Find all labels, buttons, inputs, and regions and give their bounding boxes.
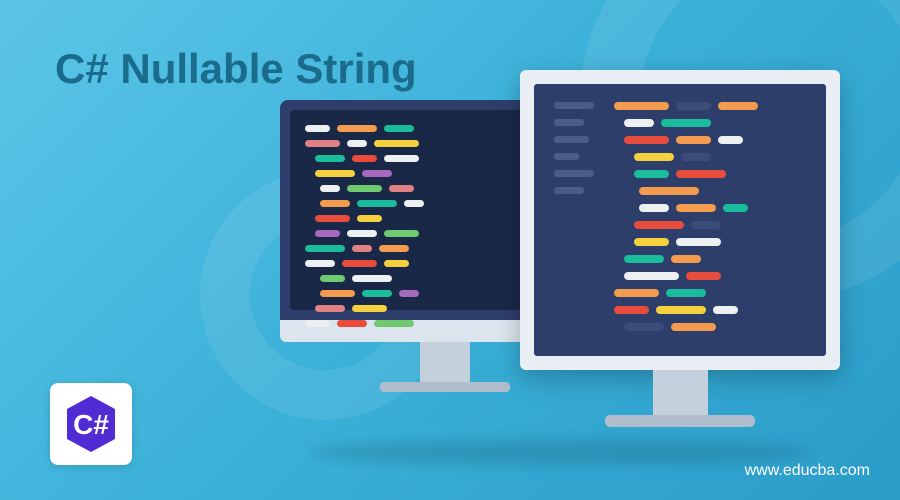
website-url: www.educba.com: [745, 462, 870, 480]
front-sidebar: [554, 102, 599, 338]
back-monitor-stand: [420, 342, 470, 382]
back-monitor-foot: [380, 382, 510, 392]
monitors-illustration: [280, 70, 840, 450]
front-monitor-stand: [653, 370, 708, 415]
front-monitor-frame: [520, 70, 840, 370]
front-code-lines: [614, 102, 806, 338]
front-monitor: [520, 70, 840, 427]
page-title: C# Nullable String: [55, 45, 417, 93]
svg-text:C#: C#: [73, 409, 109, 440]
front-monitor-screen: [534, 84, 826, 356]
csharp-logo-icon: C#: [59, 392, 123, 456]
front-monitor-foot: [605, 415, 755, 427]
csharp-logo-badge: C#: [50, 383, 132, 465]
monitor-shadow: [310, 440, 810, 465]
